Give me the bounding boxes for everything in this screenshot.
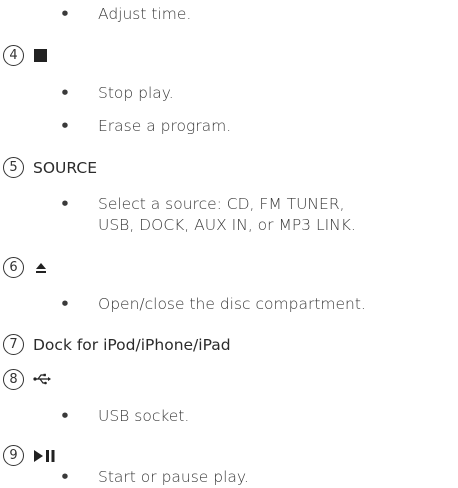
stop-icon: [34, 49, 47, 62]
item-label: Dock for iPod/iPhone/iPad: [33, 336, 231, 354]
item-number-badge: 8: [3, 369, 24, 390]
item-number-badge: 5: [3, 157, 24, 178]
bullet-glyph: •: [60, 195, 70, 213]
item-5-source: 5 SOURCE: [3, 157, 458, 181]
bullet-text: USB socket.: [98, 407, 190, 425]
bullet-glyph: •: [60, 407, 70, 425]
item-number-badge: 7: [3, 334, 24, 355]
play-pause-icon: [34, 450, 55, 462]
usb-icon: [33, 373, 51, 385]
item-9-play-pause: 9: [3, 445, 458, 469]
bullet-text-line-2: USB, DOCK, AUX IN, or MP3 LINK.: [98, 216, 356, 234]
bullet-text: Open/close the disc compartment.: [98, 295, 366, 313]
bullet-text: Adjust time.: [98, 5, 192, 23]
bullet-glyph: •: [60, 117, 70, 135]
bullet-glyph: •: [60, 295, 70, 313]
manual-page: • Adjust time. 4 • Stop play. • Erase a …: [0, 0, 458, 486]
item-4-stop: 4: [3, 45, 458, 69]
item-number-badge: 4: [3, 45, 24, 66]
bullet-text: Erase a program.: [98, 117, 232, 135]
item-label: SOURCE: [33, 159, 97, 177]
item-7-dock: 7 Dock for iPod/iPhone/iPad: [3, 334, 458, 358]
bullet-glyph: •: [60, 5, 70, 23]
bullet-glyph: •: [60, 84, 70, 102]
bullet-text: Stop play.: [98, 84, 174, 102]
item-8-usb: 8: [3, 369, 458, 393]
item-number-badge: 6: [3, 257, 24, 278]
item-6-eject: 6: [3, 257, 458, 281]
eject-icon: [36, 263, 46, 273]
bullet-text-line-1: Select a source: CD, FM TUNER,: [98, 195, 345, 213]
item-number-badge: 9: [3, 445, 24, 466]
